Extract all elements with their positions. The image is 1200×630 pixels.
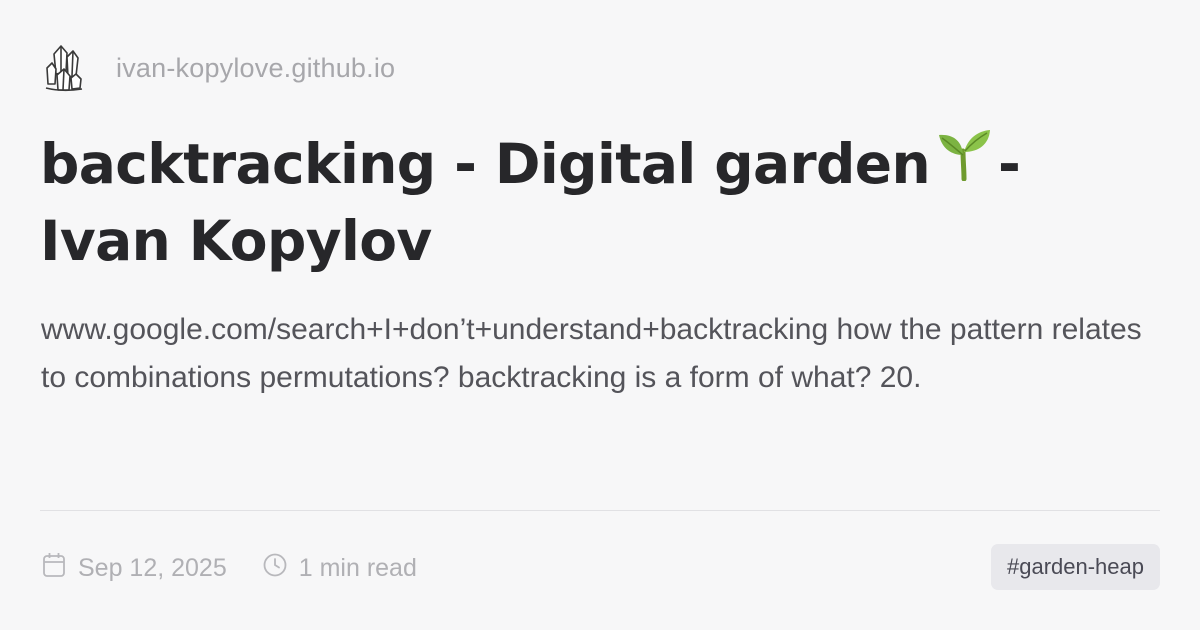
page-title: backtracking - Digital garden - Ivan Kop… xyxy=(40,126,1150,280)
seedling-icon xyxy=(936,124,992,201)
site-header: ivan-kopylove.github.io xyxy=(42,40,395,96)
reading-time-text: 1 min read xyxy=(298,553,417,582)
publish-date-text: Sep 12, 2025 xyxy=(78,553,227,582)
clock-icon xyxy=(263,553,299,584)
divider xyxy=(40,510,1160,511)
crystal-icon xyxy=(42,40,94,96)
tag-badge[interactable]: #garden-heap xyxy=(990,544,1160,590)
site-domain[interactable]: ivan-kopylove.github.io xyxy=(116,53,395,84)
calendar-icon xyxy=(42,552,78,585)
publish-date: Sep 12, 2025 xyxy=(42,552,227,585)
article-meta: Sep 12, 2025 1 min read xyxy=(42,546,417,590)
page-title-main: backtracking - Digital garden xyxy=(40,132,931,196)
article-excerpt: www.google.com/search+I+don’t+understand… xyxy=(41,313,1142,394)
reading-time: 1 min read xyxy=(263,553,417,584)
